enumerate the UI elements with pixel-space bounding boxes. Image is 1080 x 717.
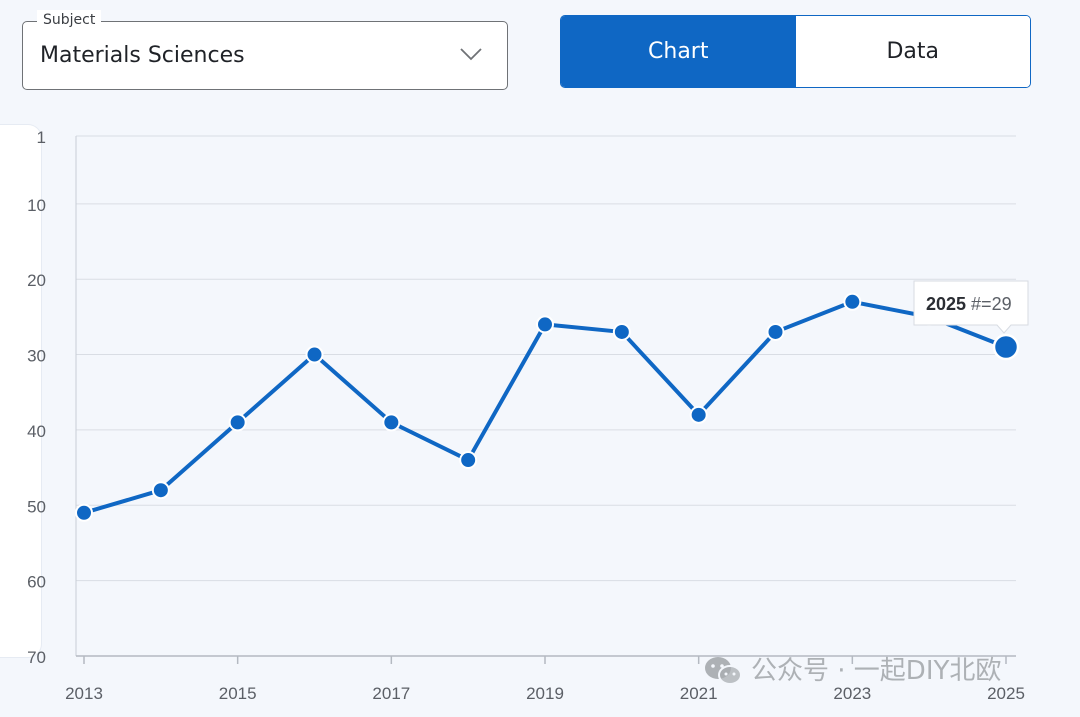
- data-point: [305, 345, 324, 364]
- x-tick-label: 2017: [372, 684, 410, 703]
- data-point: [459, 451, 478, 470]
- x-tick-label: 2019: [526, 684, 564, 703]
- data-point: [766, 322, 785, 341]
- data-point: [536, 315, 554, 334]
- y-tick-label: 70: [27, 648, 46, 667]
- y-tick-label: 1: [37, 128, 46, 147]
- y-tick-label: 50: [27, 497, 46, 516]
- data-point: [382, 413, 401, 432]
- watermark-text: 公众号 · 一起DIY北欧: [751, 656, 1002, 686]
- data-point: [612, 322, 631, 341]
- svg-text:2025 #=29: 2025 #=29: [926, 294, 1012, 314]
- x-tick-label: 2013: [65, 684, 103, 703]
- y-tick-label: 20: [27, 271, 46, 290]
- wechat-icon: [705, 657, 742, 685]
- y-tick-label: 60: [27, 573, 46, 592]
- highlighted-point: [992, 333, 1020, 361]
- data-point: [228, 413, 247, 432]
- x-tick-label: 2015: [219, 684, 257, 703]
- data-point: [151, 481, 170, 500]
- y-tick-label: 40: [27, 422, 46, 441]
- tooltip-rank: #=29: [971, 294, 1012, 314]
- data-point: [75, 503, 93, 522]
- tooltip-year: 2025: [926, 294, 971, 314]
- point-tooltip: 2025 #=29: [913, 280, 1029, 334]
- plot-area: [76, 136, 1016, 656]
- rank-line-chart: 1102030405060702013 2015 2017 2019 2021 2023 2…: [27, 128, 1029, 703]
- y-tick-label: 30: [27, 347, 46, 366]
- y-tick-label: 10: [27, 196, 46, 215]
- data-point: [689, 405, 708, 424]
- watermark: 公众号 · 一起DIY北欧: [703, 654, 1001, 688]
- data-point: [843, 292, 862, 311]
